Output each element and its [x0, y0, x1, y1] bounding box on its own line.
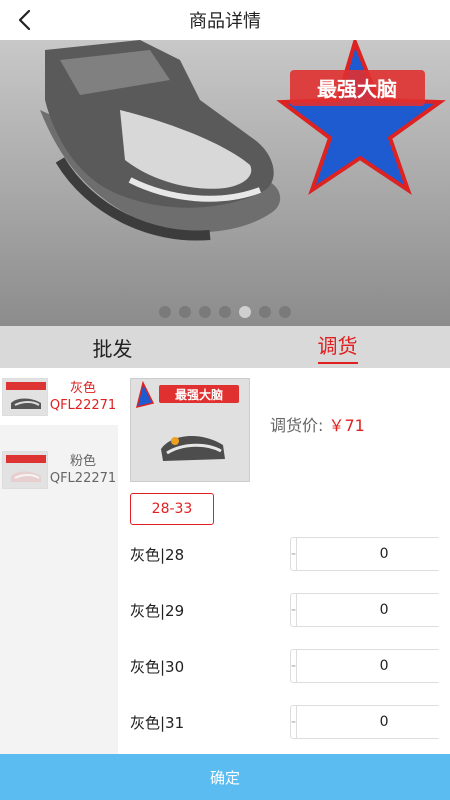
svg-text:最强大脑: 最强大脑 — [317, 77, 397, 101]
quantity-row: 灰色|29 - + — [130, 593, 450, 627]
quantity-stepper: - + — [290, 649, 450, 683]
variant-label: 粉色 QFL22271 — [48, 453, 118, 487]
variant-color: 粉色 — [69, 453, 96, 469]
quantity-row: 灰色|31 - + — [130, 705, 450, 739]
variant-thumbnail — [2, 450, 48, 489]
chevron-left-icon — [18, 9, 31, 31]
tab-bar: 批发 调货 — [0, 326, 450, 368]
quantity-row-label: 灰色|29 — [130, 601, 185, 620]
variant-item-gray[interactable]: 灰色 QFL22271 — [0, 368, 118, 425]
quantity-input[interactable] — [296, 594, 450, 626]
tab-wholesale[interactable]: 批发 — [0, 326, 225, 368]
quantity-row: 灰色|28 - + — [130, 537, 450, 571]
confirm-button[interactable]: 确定 — [0, 754, 450, 800]
quantity-stepper: - + — [290, 537, 450, 571]
variant-color: 灰色 — [69, 380, 96, 396]
size-range-chip[interactable]: 28-33 — [130, 493, 214, 525]
tab-transfer-label: 调货 — [317, 330, 358, 364]
quantity-input[interactable] — [296, 650, 450, 682]
variant-sidebar: 灰色 QFL22271 粉色 QFL22271 — [0, 368, 118, 754]
variant-thumbnail — [2, 377, 48, 416]
price-label: 调货价: — [270, 416, 329, 435]
price-value: ￥71 — [328, 416, 365, 435]
quantity-row-label: 灰色|28 — [130, 545, 185, 564]
quantity-input[interactable] — [296, 706, 450, 738]
quantity-row: 灰色|30 - + — [130, 649, 450, 683]
variant-code: QFL22271 — [49, 397, 117, 413]
quantity-input[interactable] — [296, 538, 450, 570]
carousel-dot[interactable] — [279, 306, 291, 318]
carousel-dot[interactable] — [179, 306, 191, 318]
carousel-dot[interactable] — [219, 306, 231, 318]
variant-item-pink[interactable]: 粉色 QFL22271 — [0, 441, 118, 498]
carousel-dot[interactable] — [159, 306, 171, 318]
product-thumbnail[interactable]: 最强大脑 — [130, 378, 250, 482]
page-title: 商品详情 — [189, 11, 261, 32]
variant-label: 灰色 QFL22271 — [48, 380, 118, 414]
svg-text:最强大脑: 最强大脑 — [175, 387, 223, 402]
quantity-stepper: - + — [290, 705, 450, 739]
top-bar: 商品详情 — [0, 0, 450, 40]
back-button[interactable] — [8, 3, 42, 37]
carousel-indicators — [0, 306, 450, 318]
carousel-dot[interactable] — [259, 306, 271, 318]
product-image-carousel[interactable]: 最强大脑 — [0, 40, 450, 326]
quantity-row-label: 灰色|31 — [130, 713, 185, 732]
variant-detail-panel: 最强大脑 调货价: ￥71 28-33 灰色|28 - + 灰色|29 - + … — [118, 368, 450, 754]
transfer-price: 调货价: ￥71 — [270, 412, 365, 436]
carousel-dot[interactable] — [199, 306, 211, 318]
carousel-dot[interactable] — [239, 306, 251, 318]
quantity-row-label: 灰色|30 — [130, 657, 185, 676]
tab-wholesale-label: 批发 — [92, 336, 133, 361]
variant-code: QFL22271 — [49, 470, 117, 486]
tab-transfer[interactable]: 调货 — [225, 326, 450, 368]
quantity-stepper: - + — [290, 593, 450, 627]
product-photo: 最强大脑 — [0, 40, 450, 326]
